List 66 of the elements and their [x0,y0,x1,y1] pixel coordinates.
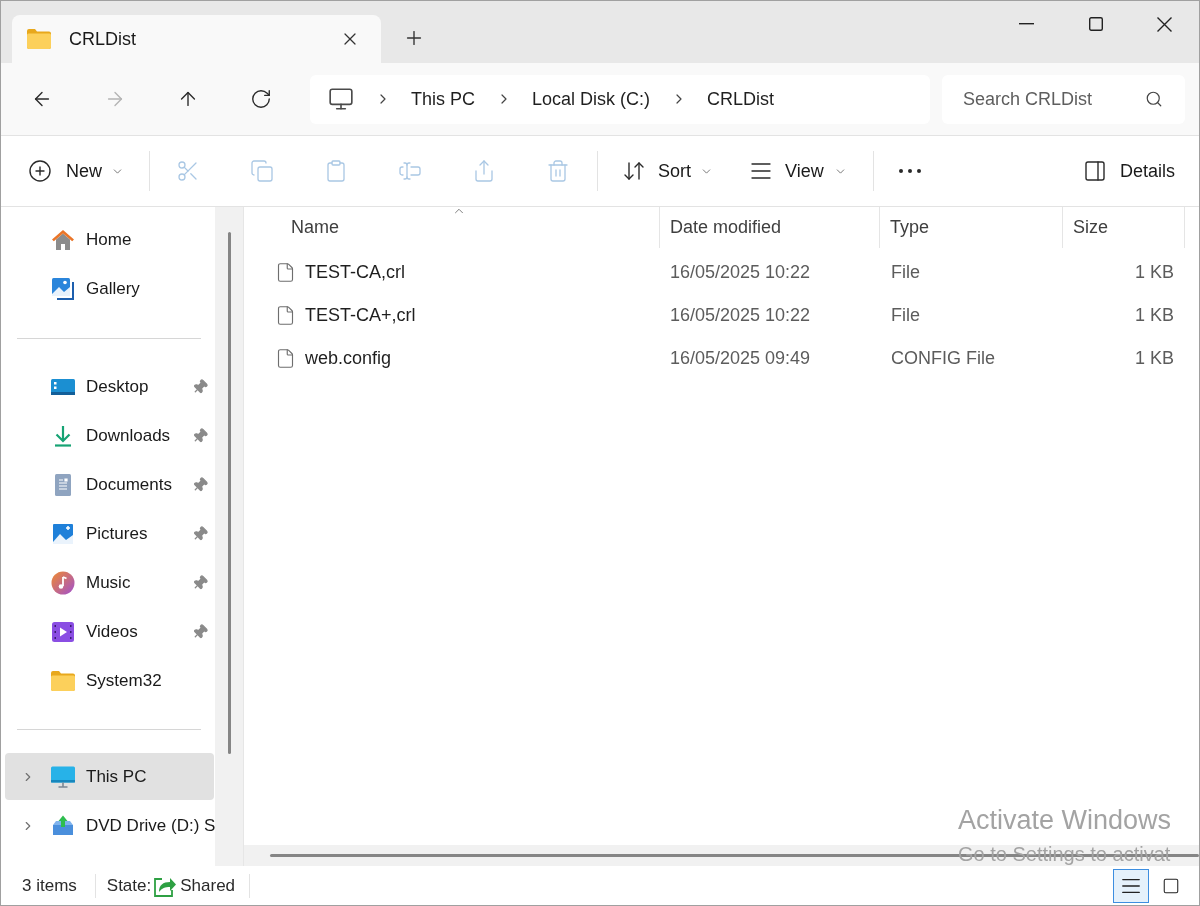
search-icon [1145,89,1163,108]
sort-arrows-icon [622,159,646,183]
details-button[interactable]: Details [1074,151,1185,191]
sidebar-item[interactable]: Music [5,559,214,606]
folder-icon [27,29,51,49]
sidebar-item[interactable]: DVD Drive (D:) S [5,802,214,849]
picture-stack-icon [51,276,75,301]
picture-icon [51,521,75,546]
column-header[interactable]: Size [1063,207,1185,248]
sidebar-item[interactable]: Videos [5,608,214,655]
column-header[interactable]: Date modified [660,207,880,248]
new-button[interactable]: New [20,151,132,191]
date-modified: 16/05/2025 10:22 [670,304,811,327]
house-icon [51,227,75,252]
view-button[interactable]: View [741,151,855,191]
sidebar-item[interactable]: Gallery [5,265,214,312]
file-name[interactable]: TEST-CA+,crl [305,302,416,329]
path-segment[interactable]: Local Disk (C:) [532,85,651,113]
file-icon [275,305,296,326]
sidebar-item[interactable]: Documents [5,461,214,508]
close-icon [1157,16,1172,32]
file-type: File [891,304,920,327]
sidebar-item[interactable]: Pictures [5,510,214,557]
tab[interactable]: CRLDist [12,15,381,63]
minimize-icon [1019,23,1034,25]
details-view-button[interactable] [1113,868,1149,903]
address-bar[interactable]: This PC Local Disk (C:) CRLDist [310,74,930,124]
file-size: 1 KB [1134,347,1174,370]
search-field[interactable]: Search CRLDist [942,74,1185,124]
music-note-icon [51,570,75,595]
column-header[interactable]: Type [880,207,1063,248]
plus-circle-icon [28,159,52,183]
sidebar-item[interactable]: Desktop [5,363,214,410]
scrollbar-thumb[interactable] [227,232,231,754]
file-type: File [891,261,920,284]
folder-icon [51,670,75,691]
file-name[interactable]: TEST-CA,crl [305,259,405,286]
date-modified: 16/05/2025 10:22 [670,261,811,284]
column-header[interactable]: Name [244,207,660,248]
scrollbar-track[interactable] [215,207,244,866]
computer-icon [328,86,354,112]
path-segment[interactable]: This PC [411,85,475,113]
file-name[interactable]: web.config [305,345,392,372]
path-segment[interactable]: CRLDist [707,85,775,113]
activation-title: Activate Windows [958,807,1172,834]
maximize-icon [1088,17,1103,31]
file-icon [275,348,296,369]
item-count: 3 items [22,874,77,897]
panel-icon [1082,159,1107,183]
state-label: State: [106,874,152,897]
sort-button[interactable]: Sort [610,151,722,191]
video-icon [51,619,75,644]
file-icon [275,262,296,283]
ellipsis-icon [898,169,921,173]
sidebar-item[interactable]: Home [5,216,214,263]
sidebar-item[interactable]: This PC [5,753,214,800]
state-value: Shared [180,874,236,897]
sidebar-item[interactable]: Downloads [5,412,214,459]
file-type: CONFIG File [891,347,995,370]
file-size: 1 KB [1134,304,1174,327]
monitor-icon [51,764,75,789]
sidebar-item[interactable]: System32 [5,657,214,704]
drive-icon [51,813,75,838]
square-icon [1162,876,1180,895]
date-modified: 16/05/2025 09:49 [670,347,811,370]
file-size: 1 KB [1134,261,1174,284]
